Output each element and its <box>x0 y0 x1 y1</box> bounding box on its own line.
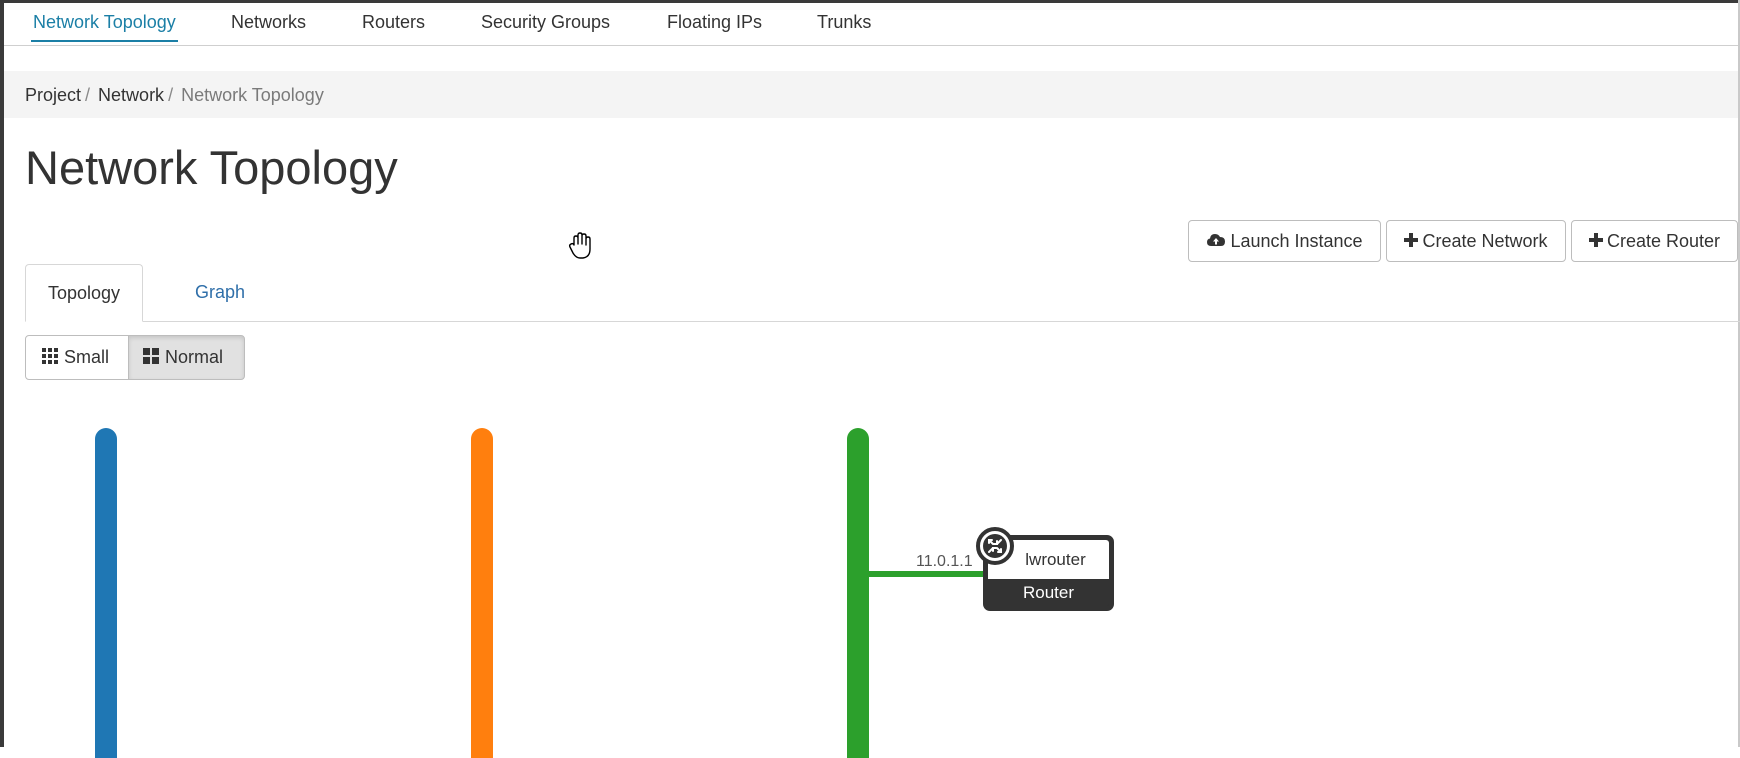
router-type-label: Router <box>1022 583 1075 602</box>
tab-trunks[interactable]: Trunks <box>817 3 871 44</box>
small-size-button[interactable]: Small <box>25 335 129 380</box>
normal-size-button[interactable]: Normal <box>128 335 245 380</box>
create-network-label: Create Network <box>1422 231 1548 251</box>
normal-size-label: Normal <box>165 347 224 367</box>
th-large-icon <box>143 348 159 365</box>
tab-routers[interactable]: Routers <box>362 3 425 44</box>
small-size-label: Small <box>64 347 110 367</box>
tab-floating-ips[interactable]: Floating IPs <box>667 3 762 44</box>
network-bar-orange[interactable] <box>471 428 493 758</box>
tab-security-groups[interactable]: Security Groups <box>481 3 610 44</box>
network-bar-blue[interactable] <box>95 428 117 758</box>
hand-cursor-icon <box>568 232 591 259</box>
router-icon[interactable] <box>976 527 1014 565</box>
cloud-upload-icon <box>1207 234 1226 247</box>
create-network-button[interactable]: Create Network <box>1386 220 1566 262</box>
breadcrumb: Project / Network / Network Topology <box>25 85 324 106</box>
router-port-ip: 11.0.1.1 <box>916 553 973 570</box>
tab-networks[interactable]: Networks <box>231 3 306 44</box>
plus-icon <box>1404 233 1419 248</box>
create-router-label: Create Router <box>1606 231 1721 251</box>
tab-topology[interactable]: Topology <box>25 264 143 322</box>
create-router-button[interactable]: Create Router <box>1571 220 1738 262</box>
th-grid-icon <box>42 348 58 365</box>
breadcrumb-network[interactable]: Network <box>98 85 164 105</box>
topology-canvas: 11.0.1.1 lwrouter Router <box>4 400 1738 758</box>
breadcrumb-separator: / <box>168 85 174 105</box>
tab-network-topology[interactable]: Network Topology <box>31 3 178 44</box>
launch-instance-label: Launch Instance <box>1230 231 1363 251</box>
network-bar-green[interactable] <box>847 428 869 758</box>
page-title: Network Topology <box>25 141 398 194</box>
breadcrumb-current: Network Topology <box>181 85 324 105</box>
view-tabs: Topology Graph <box>25 264 1740 322</box>
tab-graph[interactable]: Graph <box>168 264 272 321</box>
top-nav: Network Topology Networks Routers Securi… <box>4 3 1738 46</box>
breadcrumb-project[interactable]: Project <box>25 85 81 105</box>
breadcrumb-separator: / <box>85 85 91 105</box>
breadcrumb-bar: Project / Network / Network Topology <box>4 71 1738 118</box>
router-port-link <box>869 571 984 577</box>
plus-icon <box>1588 233 1603 248</box>
launch-instance-button[interactable]: Launch Instance <box>1188 220 1381 262</box>
